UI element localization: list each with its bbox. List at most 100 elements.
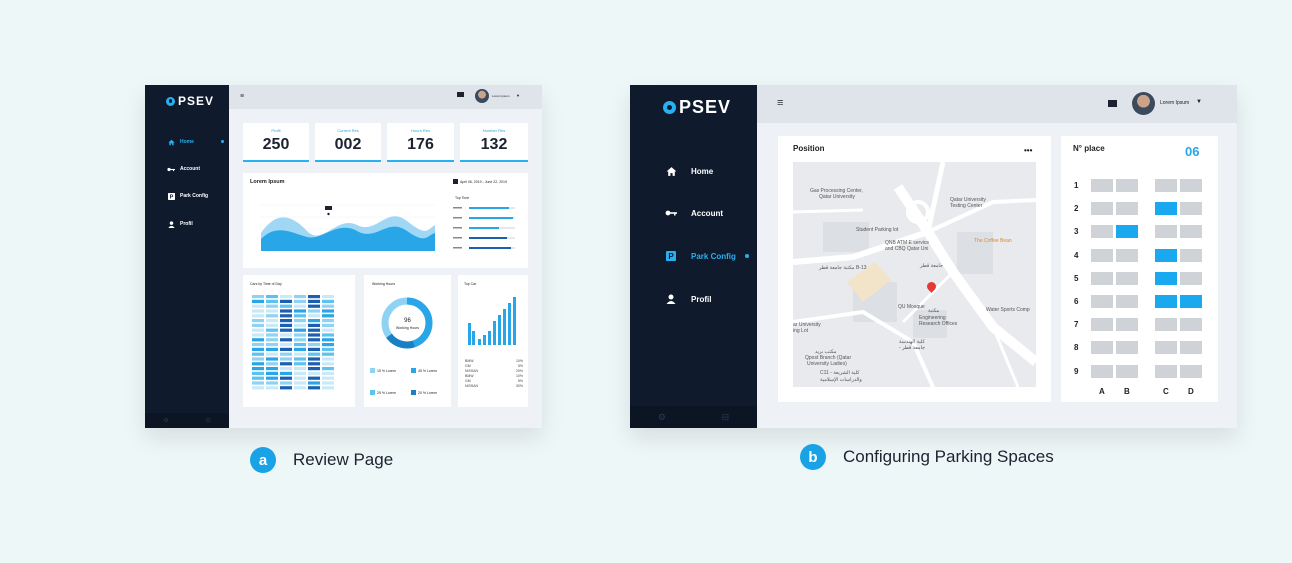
parking-slot[interactable]	[1091, 202, 1113, 216]
parking-slot[interactable]	[1116, 341, 1138, 355]
parking-slot[interactable]	[1091, 271, 1113, 285]
logout-icon[interactable]: ⊟	[206, 417, 211, 424]
heatmap-cell	[280, 299, 292, 303]
parking-slot[interactable]	[1091, 225, 1113, 239]
parking-slot[interactable]	[1180, 202, 1202, 216]
parking-slot[interactable]	[1116, 248, 1138, 262]
sidebar-item-profil[interactable]: Profil	[630, 291, 757, 307]
heatmap-cell	[308, 362, 320, 366]
parking-slot[interactable]	[1116, 318, 1138, 332]
mail-icon[interactable]	[457, 92, 464, 97]
sidebar-item-account[interactable]: Account	[630, 205, 757, 221]
sidebar-footer: ⚙ ⊟	[145, 413, 229, 428]
parking-slot[interactable]	[1155, 225, 1177, 239]
settings-icon[interactable]: ⚙	[163, 417, 168, 424]
sidebar-item-park-config[interactable]: P Park Config	[145, 190, 229, 202]
parking-slot[interactable]	[1180, 225, 1202, 239]
sidebar-item-profil[interactable]: Profil	[145, 218, 229, 230]
parking-slot[interactable]	[1155, 179, 1177, 192]
parking-slot[interactable]	[1091, 179, 1113, 192]
map-label: Research Offices	[919, 321, 958, 327]
parking-slot[interactable]	[1091, 318, 1113, 332]
chevron-down-icon[interactable]: ▼	[516, 93, 520, 98]
parking-slot[interactable]	[1116, 295, 1138, 308]
heatmap-cell	[294, 386, 306, 390]
parking-slot[interactable]	[1091, 295, 1113, 308]
more-options-icon[interactable]: •••	[1024, 146, 1032, 155]
stat-card-current-res: Current Res 002	[315, 123, 381, 162]
working-value: 96	[404, 318, 411, 324]
heatmap-cell	[308, 343, 320, 347]
menu-icon[interactable]: ≡	[240, 93, 244, 100]
parking-slot[interactable]	[1116, 271, 1138, 285]
sidebar-item-home[interactable]: Home	[630, 163, 757, 179]
date-range[interactable]: April 06, 2019 - June 22, 2019	[460, 180, 507, 184]
parking-slot[interactable]	[1116, 225, 1138, 239]
parking-slot[interactable]	[1180, 295, 1202, 308]
heatmap-cell	[322, 314, 334, 318]
parking-slot[interactable]	[1155, 341, 1177, 355]
heatmap-cell	[294, 376, 306, 380]
heatmap-cell	[308, 333, 320, 337]
parking-places-card: N° place 06 123456789ABCD	[1061, 136, 1218, 402]
parking-slot[interactable]	[1180, 318, 1202, 332]
stat-value: 132	[480, 136, 508, 153]
calendar-icon[interactable]	[453, 179, 458, 184]
heatmap-cell	[322, 299, 334, 303]
heatmap-cell	[308, 352, 320, 356]
heatmap-cell	[294, 295, 306, 299]
avatar[interactable]	[475, 89, 489, 103]
parking-slot[interactable]	[1180, 364, 1202, 378]
legend-label: 15 % Lorem	[377, 369, 396, 373]
menu-icon[interactable]: ≡	[777, 97, 783, 109]
heatmap-cell	[308, 299, 320, 303]
heatmap-cell	[308, 323, 320, 327]
parking-slot[interactable]	[1116, 179, 1138, 192]
heatmap-cell	[252, 323, 264, 327]
sidebar-item-account[interactable]: Account	[145, 163, 229, 175]
map-label: Qatar University	[819, 194, 855, 200]
svg-text:P: P	[169, 194, 173, 199]
sidebar-item-park-config[interactable]: P Park Config	[630, 248, 757, 264]
heatmap-cell	[294, 314, 306, 318]
heatmap-cell	[266, 357, 278, 361]
map[interactable]: Gas Processing Center, Qatar University …	[793, 162, 1036, 387]
parking-slot[interactable]	[1180, 248, 1202, 262]
parking-slot[interactable]	[1155, 318, 1177, 332]
parking-slot[interactable]	[1155, 202, 1177, 216]
heatmap-cell	[280, 367, 292, 371]
parking-slot[interactable]	[1155, 295, 1177, 308]
mail-icon[interactable]	[1108, 100, 1117, 107]
sidebar-item-home[interactable]: Home	[145, 136, 229, 148]
parking-slot[interactable]	[1180, 271, 1202, 285]
avatar[interactable]	[1132, 92, 1155, 115]
legend-swatch	[411, 368, 416, 373]
user-name[interactable]: Lorem Ipsum	[492, 94, 510, 98]
heatmap-cell	[322, 381, 334, 385]
parking-slot[interactable]	[1116, 202, 1138, 216]
parking-slot[interactable]	[1091, 364, 1113, 378]
heatmap	[252, 295, 334, 390]
column-label: C	[1163, 387, 1169, 396]
caption-text: Configuring Parking Spaces	[843, 447, 1054, 466]
parking-slot[interactable]	[1155, 271, 1177, 285]
column-label: D	[1188, 387, 1194, 396]
parking-slot[interactable]	[1180, 341, 1202, 355]
logout-icon[interactable]: ⊟	[722, 412, 730, 423]
settings-icon[interactable]: ⚙	[658, 412, 666, 423]
chevron-down-icon[interactable]: ▼	[1196, 99, 1202, 105]
top-bar: ≡ Lorem Ipsum ▼	[757, 85, 1237, 123]
parking-slot[interactable]	[1091, 248, 1113, 262]
parking-slot[interactable]	[1116, 364, 1138, 378]
user-name[interactable]: Lorem Ipsum	[1160, 100, 1189, 106]
map-label: The Coffee Bean	[974, 238, 1012, 244]
parking-slot[interactable]	[1180, 179, 1202, 192]
heatmap-cell	[266, 299, 278, 303]
heatmap-cell	[252, 376, 264, 380]
parking-slot[interactable]	[1155, 364, 1177, 378]
parking-slot[interactable]	[1155, 248, 1177, 262]
heatmap-cell	[308, 376, 320, 380]
parking-slot[interactable]	[1091, 341, 1113, 355]
stat-underline	[315, 160, 381, 162]
heatmap-cell	[252, 343, 264, 347]
